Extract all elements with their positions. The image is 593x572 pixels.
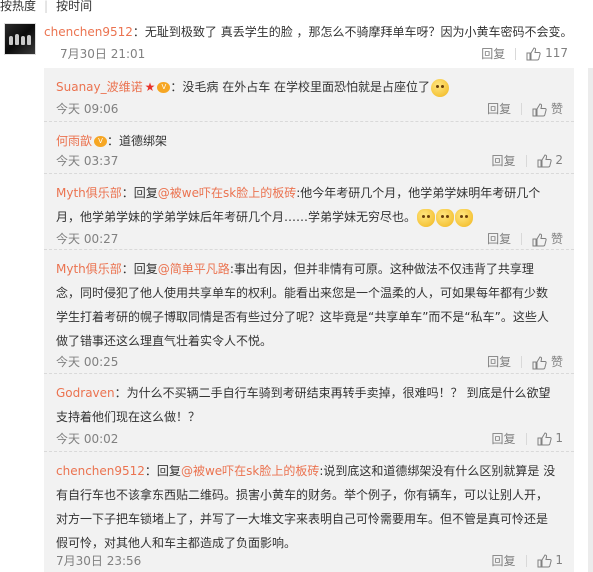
divider	[515, 47, 517, 60]
star-badge-icon: ★	[144, 80, 156, 94]
reply-text: ：为什么不买辆二手自行车骑到考研结束再转手卖掉，很难吗！？ 到底是什么欲望支持着…	[56, 386, 551, 424]
like-button[interactable]: 1	[537, 431, 563, 446]
comment-text: ：无耻到极致了 真丢学生的脸 ，那怎么不骑摩拜单车呀？因为小黄车密码不会变。	[132, 25, 573, 39]
mention-link[interactable]: @被we吓在sk脸上的板砖	[181, 464, 319, 478]
reply-button[interactable]: 回复	[492, 552, 516, 569]
comment-time: 7月30日 21:01	[60, 47, 146, 61]
thumbs-up-icon	[532, 102, 547, 116]
reply-body: Suanay_波维诺 ★ V ：没毛病 在外占车 在学校里面恐怕就是占座位了	[56, 75, 556, 99]
vip-badge-icon: V	[157, 82, 171, 93]
thumbs-up-icon	[532, 355, 547, 369]
reply-time: 今天 00:02	[56, 432, 119, 446]
list-item: Godraven：为什么不买辆二手自行车骑到考研结束再转手卖掉，很难吗！？ 到底…	[44, 374, 574, 452]
like-count: 2	[555, 153, 563, 168]
reply-list: Suanay_波维诺 ★ V ：没毛病 在外占车 在学校里面恐怕就是占座位了 今天 0…	[44, 68, 574, 572]
reply-button[interactable]: 回复	[492, 152, 516, 169]
list-item: chenchen9512：回复@被we吓在sk脸上的板砖:说到底这和道德绑架没有…	[44, 452, 574, 572]
vip-badge-icon: V	[94, 136, 108, 147]
reply-prefix: ：回复	[121, 186, 158, 200]
thumbs-up-icon	[532, 232, 547, 246]
mention-link[interactable]: @简单平凡路	[158, 262, 230, 276]
reply-button[interactable]: 回复	[487, 230, 511, 247]
reply-button[interactable]: 回复	[481, 45, 505, 62]
divider: |	[44, 0, 49, 13]
like-button[interactable]: 赞	[532, 230, 563, 247]
cat-emoji-icon	[417, 208, 436, 227]
reply-actions: 回复 赞	[487, 230, 563, 247]
reply-body: Myth俱乐部：回复@简单平凡路:事出有因，但并非情有可原。这种做法不仅违背了共…	[56, 257, 556, 353]
list-item: 何雨歆 V ：道德绑架 今天 03:37 回复 2	[44, 122, 574, 174]
comment-actions: 回复 117	[481, 45, 568, 62]
reply-username[interactable]: Myth俱乐部	[56, 262, 122, 276]
divider	[521, 102, 523, 115]
divider	[521, 232, 523, 245]
reply-username[interactable]: Myth俱乐部	[56, 186, 122, 200]
like-count: 1	[555, 553, 563, 568]
reply-text: ：没毛病 在外占车 在学校里面恐怕就是占座位了	[170, 80, 431, 94]
thumbs-up-icon	[537, 154, 552, 168]
like-count: 117	[545, 46, 568, 61]
reply-button[interactable]: 回复	[487, 353, 511, 370]
divider	[525, 554, 527, 567]
sort-by-hot-tab[interactable]: 按热度	[0, 0, 36, 12]
reply-body: Godraven：为什么不买辆二手自行车骑到考研结束再转手卖掉，很难吗！？ 到底…	[56, 381, 556, 429]
comment-line: chenchen9512：无耻到极致了 真丢学生的脸 ，那怎么不骑摩拜单车呀？因…	[44, 23, 573, 40]
reply-actions: 回复 1	[492, 430, 563, 447]
reply-body: Myth俱乐部：回复@被we吓在sk脸上的板砖:他今年考研几个月，他学弟学妹明年…	[56, 181, 556, 229]
reply-body: chenchen9512：回复@被we吓在sk脸上的板砖:说到底这和道德绑架没有…	[56, 459, 556, 555]
divider	[525, 432, 527, 445]
reply-username[interactable]: chenchen9512	[56, 464, 145, 478]
reply-time: 今天 03:37	[56, 154, 119, 168]
scrollbar[interactable]	[588, 68, 593, 572]
reply-time: 今天 09:06	[56, 102, 119, 116]
list-item: Myth俱乐部：回复@被we吓在sk脸上的板砖:他今年考研几个月，他学弟学妹明年…	[44, 174, 574, 250]
divider	[521, 355, 523, 368]
reply-time: 今天 00:25	[56, 355, 119, 369]
sort-by-time-tab[interactable]: 按时间	[56, 0, 92, 12]
cat-emoji-icon	[455, 208, 474, 227]
sort-bar: 按热度 | 按时间	[0, 0, 593, 14]
reply-username[interactable]: Godraven	[56, 386, 115, 400]
mention-link[interactable]: @被we吓在sk脸上的板砖	[158, 186, 296, 200]
reply-prefix: ：回复	[121, 262, 158, 276]
reply-time: 7月30日 23:56	[56, 554, 142, 568]
like-count: 赞	[550, 355, 563, 369]
like-button[interactable]: 赞	[532, 353, 563, 370]
reply-body: 何雨歆 V ：道德绑架	[56, 129, 556, 153]
reply-prefix: ：回复	[144, 464, 181, 478]
like-button[interactable]: 2	[537, 153, 563, 168]
reply-button[interactable]: 回复	[487, 100, 511, 117]
list-item: Suanay_波维诺 ★ V ：没毛病 在外占车 在学校里面恐怕就是占座位了 今天 0…	[44, 68, 574, 122]
divider	[525, 154, 527, 167]
reply-actions: 回复 2	[492, 152, 563, 169]
like-count: 赞	[550, 232, 563, 246]
thumbs-up-icon	[537, 432, 552, 446]
reply-actions: 回复 1	[492, 552, 563, 569]
like-button[interactable]: 赞	[532, 100, 563, 117]
comment-username[interactable]: chenchen9512	[44, 25, 133, 39]
like-button[interactable]: 117	[526, 46, 568, 61]
reply-button[interactable]: 回复	[492, 430, 516, 447]
main-comment: chenchen9512：无耻到极致了 真丢学生的脸 ，那怎么不骑摩拜单车呀？因…	[0, 15, 593, 67]
thumbs-up-icon	[526, 47, 541, 61]
avatar[interactable]	[4, 23, 36, 55]
like-count: 1	[555, 431, 563, 446]
reply-text: ：道德绑架	[107, 134, 168, 148]
reply-actions: 回复 赞	[487, 100, 563, 117]
reply-username[interactable]: 何雨歆	[56, 134, 92, 148]
cat-emoji-icon	[436, 208, 455, 227]
reply-username[interactable]: Suanay_波维诺	[56, 80, 143, 94]
like-count: 赞	[550, 102, 563, 116]
like-button[interactable]: 1	[537, 553, 563, 568]
reply-time: 今天 00:27	[56, 232, 119, 246]
list-item: Myth俱乐部：回复@简单平凡路:事出有因，但并非情有可原。这种做法不仅违背了共…	[44, 250, 574, 374]
thumbs-up-icon	[537, 554, 552, 568]
reply-actions: 回复 赞	[487, 353, 563, 370]
smile-emoji-icon	[431, 78, 450, 97]
